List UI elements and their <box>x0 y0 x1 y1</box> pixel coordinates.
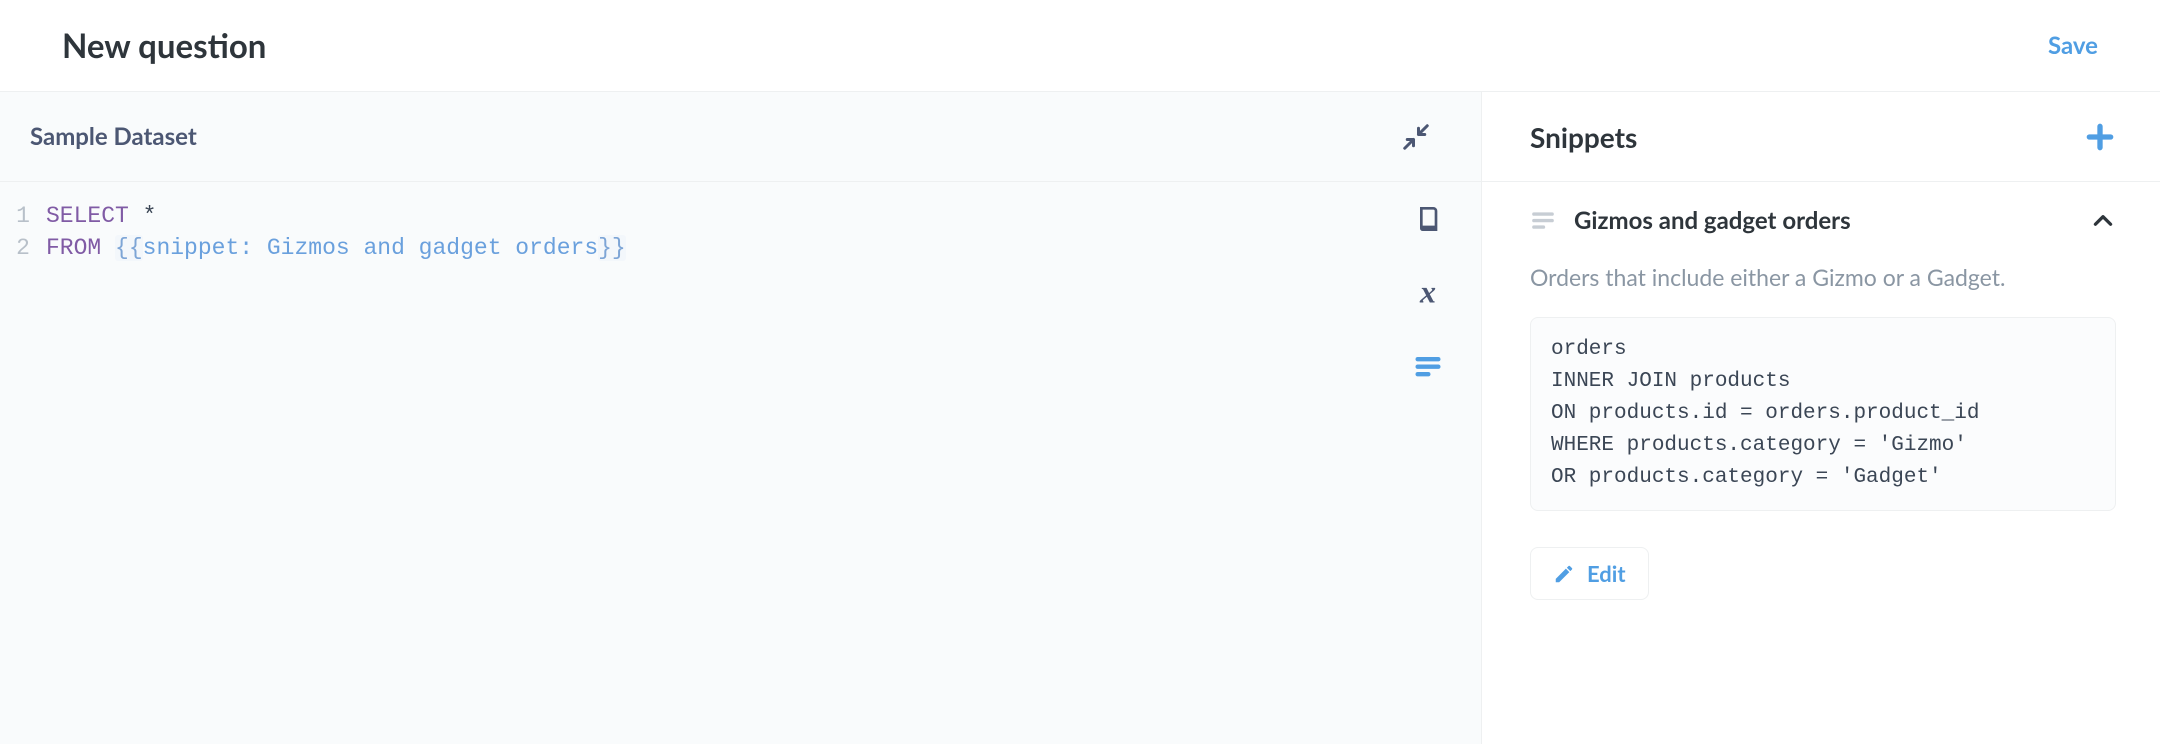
editor-tool-rail: x <box>1411 202 1445 384</box>
sql-editor[interactable]: 1 2 SELECT * FROM {{snippet: Gizmos and … <box>0 182 1481 744</box>
code-line: FROM {{snippet: Gizmos and gadget orders… <box>46 232 1481 264</box>
edit-snippet-button[interactable]: Edit <box>1530 547 1649 600</box>
snippet-name: Gizmos and gadget orders <box>1574 206 2072 235</box>
line-gutter: 1 2 <box>0 200 46 744</box>
snippet-item: Gizmos and gadget orders Orders that inc… <box>1482 182 2160 624</box>
chevron-up-icon[interactable] <box>2090 208 2116 234</box>
sql-text: * <box>129 203 157 229</box>
edit-label: Edit <box>1587 560 1626 587</box>
snippet-token: snippet: Gizmos and gadget orders <box>143 235 598 261</box>
sql-keyword: SELECT <box>46 203 129 229</box>
dataset-selector[interactable]: Sample Dataset <box>30 122 197 151</box>
save-button[interactable]: Save <box>2048 31 2098 60</box>
template-open: {{ <box>115 235 143 261</box>
variable-icon[interactable]: x <box>1411 276 1445 310</box>
page-title: New question <box>62 26 266 66</box>
line-number: 2 <box>0 232 46 264</box>
editor-pane: Sample Dataset 1 2 SELECT * FROM {{snipp… <box>0 92 1482 744</box>
snippet-item-header[interactable]: Gizmos and gadget orders <box>1530 206 2116 235</box>
snippet-code-preview: orders INNER JOIN products ON products.i… <box>1530 317 2116 511</box>
snippets-title: Snippets <box>1530 120 1637 154</box>
main-split: Sample Dataset 1 2 SELECT * FROM {{snipp… <box>0 92 2160 744</box>
contract-icon[interactable] <box>1401 122 1451 152</box>
sql-keyword: FROM <box>46 235 101 261</box>
line-number: 1 <box>0 200 46 232</box>
sql-text <box>101 235 115 261</box>
add-snippet-button[interactable] <box>2084 121 2116 153</box>
pencil-icon <box>1553 563 1575 585</box>
dataset-bar: Sample Dataset <box>0 92 1481 182</box>
snippets-icon[interactable] <box>1411 350 1445 384</box>
snippets-pane: Snippets Gizmos and gadget orders <box>1482 92 2160 744</box>
reference-icon[interactable] <box>1411 202 1445 236</box>
snippet-lines-icon <box>1530 210 1556 232</box>
svg-text:x: x <box>1419 278 1436 308</box>
code-line: SELECT * <box>46 200 1481 232</box>
code-lines: SELECT * FROM {{snippet: Gizmos and gadg… <box>46 200 1481 744</box>
snippet-description: Orders that include either a Gizmo or a … <box>1530 263 2116 291</box>
snippets-header: Snippets <box>1482 92 2160 182</box>
header-bar: New question Save <box>0 0 2160 92</box>
template-close: }} <box>598 235 626 261</box>
